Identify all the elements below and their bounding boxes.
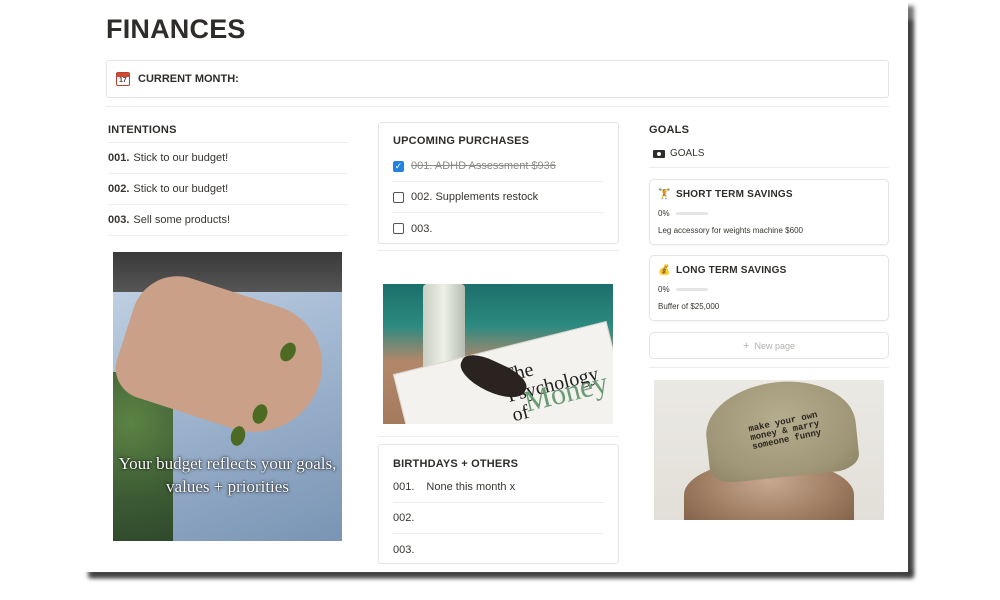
- checkbox-checked[interactable]: ✓: [393, 160, 404, 172]
- birthday-number: 001.: [393, 481, 415, 493]
- purchase-item-text[interactable]: 001. ADHD Assessment $936: [411, 160, 556, 172]
- goal-title-row: 🏋 SHORT TERM SAVINGS: [658, 189, 880, 200]
- goal-card-short-term-savings[interactable]: 🏋 SHORT TERM SAVINGS 0% Leg accessory fo…: [649, 179, 889, 245]
- goal-title: LONG TERM SAVINGS: [676, 265, 787, 276]
- progress-bar: [675, 212, 708, 215]
- budget-quote-image[interactable]: Your budget reflects your goals, values …: [113, 252, 342, 541]
- progress-bar: [675, 288, 708, 291]
- calendar-icon-day: 17: [119, 77, 127, 84]
- psychology-of-money-image[interactable]: The Psychology of Money: [383, 284, 613, 424]
- divider: [378, 250, 619, 251]
- goal-description: Leg accessory for weights machine $600: [658, 226, 803, 235]
- goal-card-long-term-savings[interactable]: 💰 LONG TERM SAVINGS 0% Buffer of $25,000: [649, 255, 889, 321]
- intentions-heading: INTENTIONS: [108, 124, 177, 136]
- purchase-item: 003.: [393, 213, 604, 244]
- purchases-list: ✓ 001. ADHD Assessment $936 002. Supplem…: [393, 151, 604, 244]
- goals-section: GOALS GOALS: [649, 124, 889, 168]
- plus-icon: +: [743, 339, 750, 352]
- birthday-text: None this month x: [426, 481, 516, 493]
- current-month-callout[interactable]: 17 CURRENT MONTH:: [106, 60, 889, 98]
- page-title: FINANCES: [106, 14, 246, 44]
- intention-text: Stick to our budget!: [133, 183, 229, 195]
- birthdays-heading: BIRTHDAYS + OTHERS: [393, 458, 519, 470]
- birthday-item[interactable]: 001. None this month x: [393, 472, 604, 503]
- birthday-number: 002.: [393, 512, 415, 524]
- birthday-item[interactable]: 002.: [393, 503, 604, 534]
- money-icon: [653, 149, 665, 158]
- birthday-item[interactable]: 003.: [393, 534, 604, 565]
- cap-image[interactable]: make your own money & marry someone funn…: [654, 380, 884, 520]
- goals-link-label: GOALS: [670, 148, 705, 159]
- intention-number: 003.: [108, 214, 130, 226]
- goal-progress-label: 0%: [658, 209, 670, 218]
- budget-quote-text: Your budget reflects your goals, values …: [118, 454, 337, 496]
- goal-title: SHORT TERM SAVINGS: [676, 189, 793, 200]
- goals-database-link[interactable]: GOALS: [649, 148, 889, 168]
- divider: [649, 367, 889, 368]
- purchase-item: ✓ 001. ADHD Assessment $936: [393, 151, 604, 182]
- birthdays-list: 001. None this month x 002. 003.: [393, 472, 604, 565]
- checkbox[interactable]: [393, 191, 404, 203]
- birthday-number: 003.: [393, 543, 415, 556]
- purchase-item-text[interactable]: 003.: [411, 223, 432, 235]
- new-page-button[interactable]: + New page: [649, 332, 889, 359]
- goal-title-row: 💰 LONG TERM SAVINGS: [658, 265, 880, 276]
- intention-item[interactable]: 001. Stick to our budget!: [108, 143, 348, 174]
- purchase-item: 002. Supplements restock: [393, 182, 604, 213]
- money-bag-icon: 💰: [658, 265, 671, 276]
- goal-progress: 0%: [658, 209, 880, 218]
- divider: [378, 436, 619, 437]
- goal-progress-label: 0%: [658, 285, 670, 294]
- intention-item[interactable]: 002. Stick to our budget!: [108, 174, 348, 205]
- current-month-label: CURRENT MONTH:: [138, 73, 239, 85]
- weight-icon: 🏋: [658, 189, 671, 200]
- intention-number: 002.: [108, 183, 130, 195]
- goal-progress: 0%: [658, 285, 880, 294]
- intention-number: 001.: [108, 152, 130, 164]
- intention-item[interactable]: 003. Sell some products!: [108, 205, 348, 236]
- goals-heading: GOALS: [649, 124, 690, 136]
- checkbox[interactable]: [393, 223, 404, 234]
- calendar-icon: 17: [116, 72, 130, 86]
- intention-text: Sell some products!: [133, 214, 231, 226]
- divider: [106, 106, 889, 107]
- new-page-label: New page: [754, 340, 795, 351]
- upcoming-purchases-card: UPCOMING PURCHASES ✓ 001. ADHD Assessmen…: [378, 122, 619, 244]
- intentions-list: 001. Stick to our budget! 002. Stick to …: [108, 142, 348, 236]
- purchase-item-text[interactable]: 002. Supplements restock: [411, 191, 538, 203]
- intentions-section: INTENTIONS 001. Stick to our budget! 002…: [108, 124, 348, 236]
- birthdays-card: BIRTHDAYS + OTHERS 001. None this month …: [378, 444, 619, 564]
- goal-description: Buffer of $25,000: [658, 302, 720, 311]
- intention-text: Stick to our budget!: [133, 152, 229, 164]
- upcoming-purchases-heading: UPCOMING PURCHASES: [393, 135, 530, 147]
